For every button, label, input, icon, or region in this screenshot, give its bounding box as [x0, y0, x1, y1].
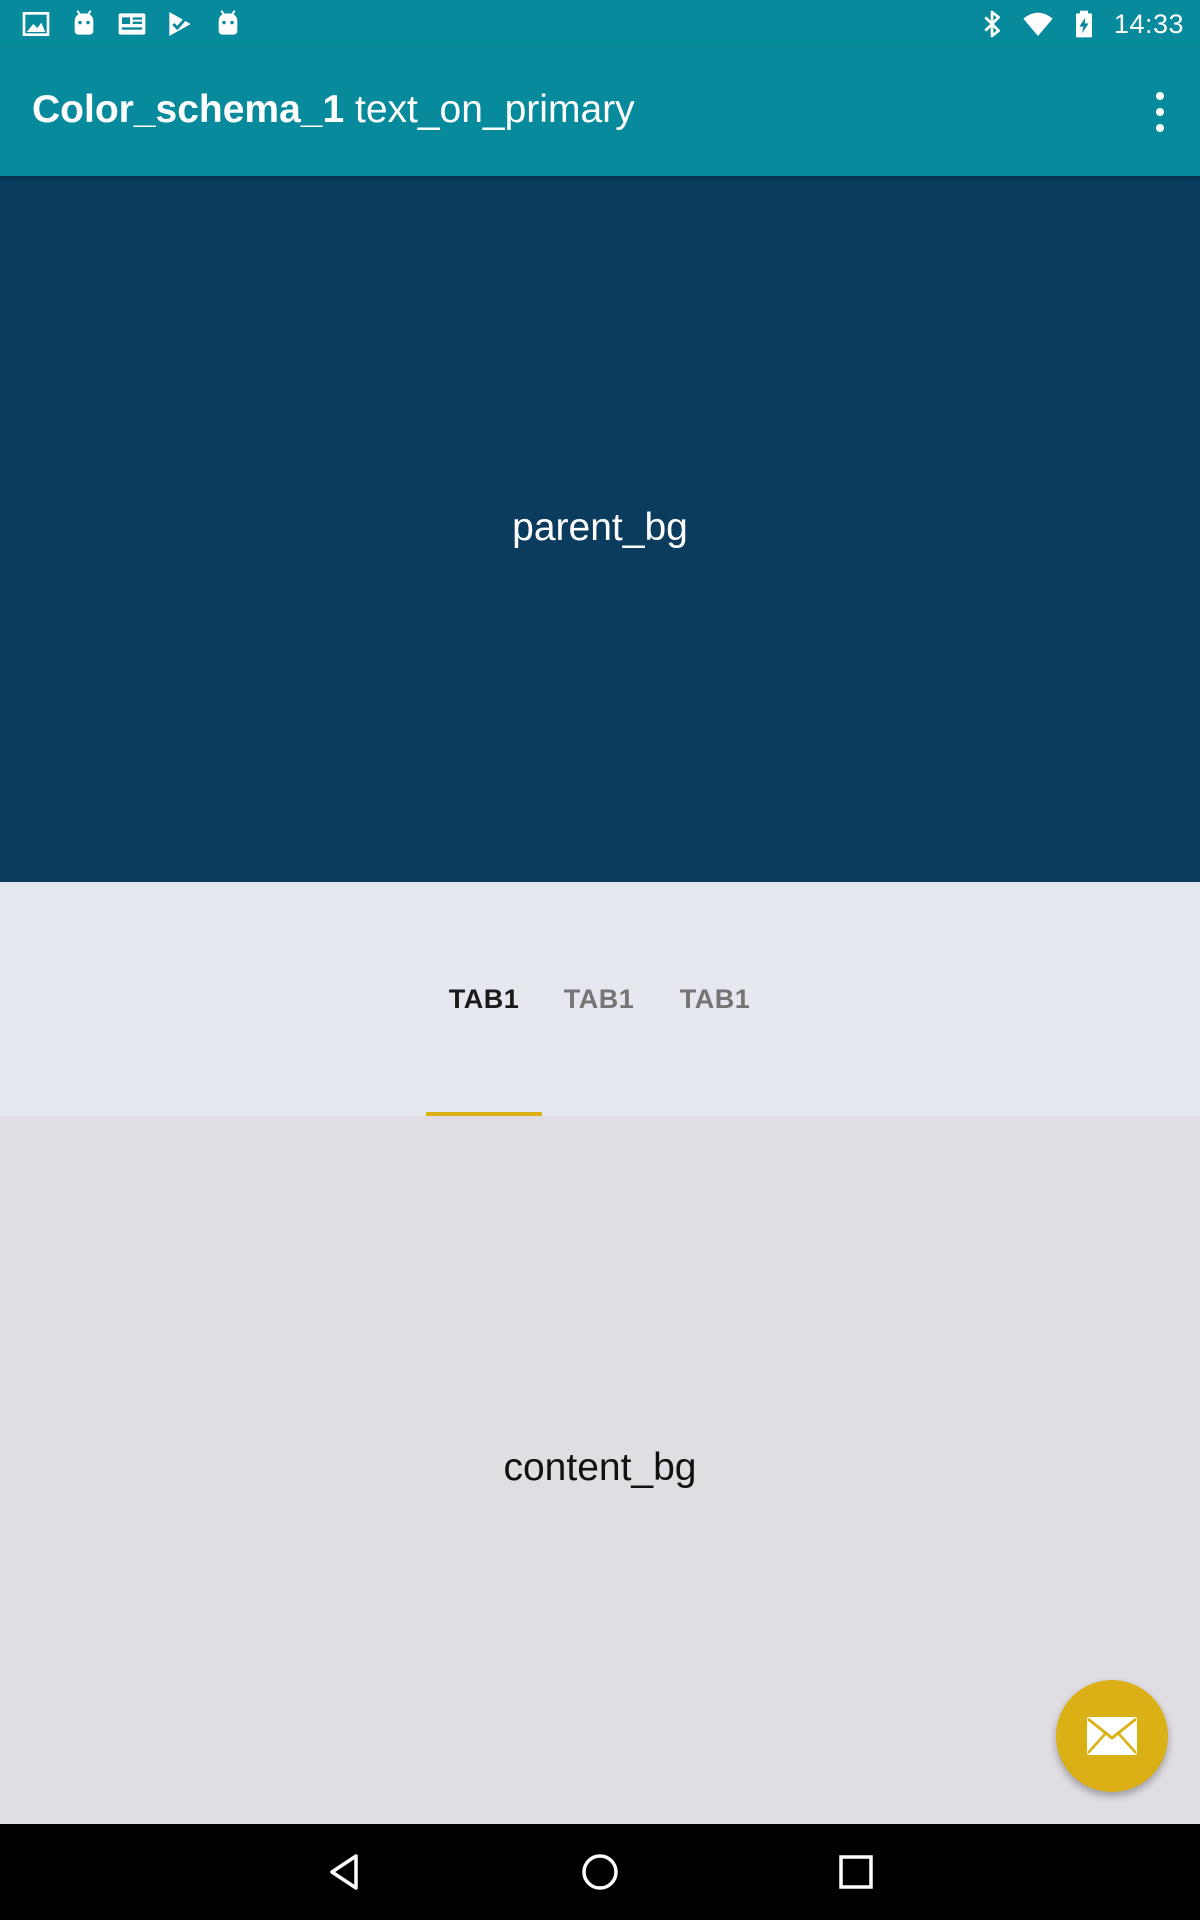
app-title-rest: text_on_primary: [355, 88, 635, 131]
parent-bg-panel: parent_bg: [0, 176, 1200, 882]
content-bg-label: content_bg: [503, 1446, 697, 1489]
more-vert-icon[interactable]: [1150, 92, 1170, 132]
tab-3[interactable]: TAB1: [657, 882, 773, 1116]
home-button[interactable]: [576, 1848, 624, 1896]
battery-charging-icon: [1075, 10, 1092, 38]
tab-1[interactable]: TAB1: [426, 882, 542, 1116]
tab-bar: TAB1 TAB1 TAB1: [0, 882, 1200, 1116]
back-icon: [330, 1854, 358, 1890]
play-store-icon: [169, 12, 191, 36]
navigation-bar: [0, 1824, 1200, 1920]
wifi-icon: [1023, 12, 1053, 36]
mail-fab-button[interactable]: [1056, 1680, 1168, 1792]
app-title: Color_schema_1 text_on_primary: [32, 88, 635, 132]
home-icon: [582, 1854, 618, 1890]
android-icon: [74, 10, 94, 35]
mail-icon: [1087, 1717, 1137, 1755]
status-time: 14:33: [1113, 8, 1184, 39]
news-icon: [118, 13, 146, 35]
parent-bg-label: parent_bg: [512, 506, 688, 549]
android-icon: [218, 10, 238, 35]
tab-2[interactable]: TAB1: [541, 882, 657, 1116]
app-bar: Color_schema_1 text_on_primary: [0, 48, 1200, 176]
content-bg-panel: content_bg: [0, 1116, 1200, 1824]
notification-icons: [20, 8, 244, 40]
back-button[interactable]: [320, 1848, 368, 1896]
status-bar: 14:33: [0, 0, 1200, 48]
recents-icon: [839, 1855, 873, 1889]
recents-button[interactable]: [832, 1848, 880, 1896]
system-status: 14:33: [976, 8, 1184, 40]
image-icon: [22, 12, 50, 36]
bluetooth-icon: [984, 10, 1000, 38]
screen: 14:33 Color_schema_1 text_on_primary par…: [0, 0, 1200, 1920]
app-title-bold: Color_schema_1: [32, 88, 345, 131]
